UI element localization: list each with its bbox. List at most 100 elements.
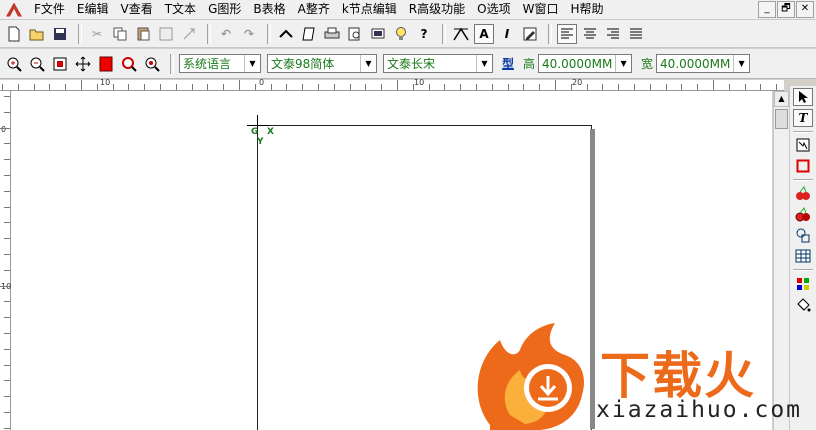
align-right-icon[interactable] — [603, 24, 623, 44]
ruler-tick — [4, 222, 10, 224]
ruler-tick — [4, 159, 10, 161]
ruler-tick — [207, 84, 209, 90]
ruler-tick — [665, 84, 667, 90]
ruler-tick — [365, 84, 367, 90]
fill-red-icon[interactable] — [96, 54, 116, 74]
menu-table[interactable]: B表格 — [247, 0, 291, 19]
chevron-down-icon[interactable]: ▼ — [733, 55, 749, 72]
close-button[interactable]: ✕ — [796, 1, 814, 18]
transform-icon[interactable] — [179, 24, 199, 44]
ruler-tick — [302, 84, 304, 90]
cherry-icon[interactable] — [793, 184, 813, 202]
zoom-selection-icon[interactable] — [119, 54, 139, 74]
height-input[interactable]: 40.0000MM ▼ — [538, 54, 633, 73]
menu-node-edit[interactable]: k节点编辑 — [336, 0, 403, 19]
ruler-tick — [681, 84, 683, 90]
table-icon[interactable] — [793, 247, 813, 265]
zoom-out-icon[interactable] — [27, 54, 47, 74]
ruler-tick — [397, 80, 398, 90]
copy-icon[interactable] — [110, 24, 130, 44]
text-edit-icon[interactable] — [520, 24, 540, 44]
align-left-icon[interactable] — [557, 23, 577, 44]
menu-window[interactable]: W窗口 — [517, 0, 565, 19]
menu-options[interactable]: O选项 — [471, 0, 516, 19]
ruler-tick — [555, 80, 556, 90]
vertical-ruler[interactable]: 0 10 — [0, 91, 11, 430]
ruler-tick — [507, 84, 509, 90]
menu-file[interactable]: F文件 — [28, 0, 71, 19]
print-icon[interactable] — [322, 24, 342, 44]
text-tool[interactable]: T — [793, 109, 813, 127]
page-setup-icon[interactable] — [299, 24, 319, 44]
menu-align[interactable]: A整齐 — [292, 0, 336, 19]
save-icon[interactable] — [50, 24, 70, 44]
zoom-actual-icon[interactable] — [142, 54, 162, 74]
node-edit-icon[interactable] — [793, 136, 813, 154]
ruler-tick — [333, 84, 335, 90]
zoom-page-icon[interactable] — [50, 54, 70, 74]
justify-icon[interactable] — [626, 24, 646, 44]
chevron-down-icon[interactable]: ▼ — [244, 55, 260, 72]
output-icon[interactable] — [368, 24, 388, 44]
font-secondary-select[interactable]: 文泰长宋 ▼ — [383, 54, 493, 73]
ruler-tick — [96, 84, 98, 90]
x-axis-label: X — [267, 127, 274, 137]
ruler-tick — [33, 84, 35, 90]
chevron-down-icon[interactable]: ▼ — [476, 55, 492, 72]
zoom-in-icon[interactable] — [4, 54, 24, 74]
restore-button[interactable]: 🗗 — [777, 1, 795, 18]
menu-text[interactable]: T文本 — [159, 0, 202, 19]
ruler-tick — [175, 84, 177, 90]
paste-special-icon[interactable] — [156, 24, 176, 44]
tip-lightbulb-icon[interactable] — [391, 24, 411, 44]
new-file-icon[interactable] — [4, 24, 24, 44]
app-logo-icon — [6, 2, 22, 17]
paste-icon[interactable] — [133, 24, 153, 44]
minimize-button[interactable]: _ — [758, 1, 776, 18]
origin-label: G — [251, 127, 259, 137]
select-arrow-icon[interactable] — [793, 88, 813, 106]
align-center-icon[interactable] — [580, 24, 600, 44]
import-icon[interactable] — [276, 24, 296, 44]
menu-view[interactable]: V查看 — [115, 0, 159, 19]
text-frame-tool[interactable]: A — [474, 23, 494, 44]
menu-graphics[interactable]: G图形 — [202, 0, 247, 19]
color-palette-icon[interactable] — [793, 275, 813, 293]
text-transform-icon[interactable] — [451, 24, 471, 44]
language-select[interactable]: 系统语言 ▼ — [179, 54, 261, 73]
menu-help[interactable]: H帮助 — [564, 0, 609, 19]
horizontal-ruler[interactable]: 10 0 10 20 — [0, 78, 784, 91]
pan-icon[interactable] — [73, 54, 93, 74]
panel-separator — [793, 269, 813, 271]
undo-icon[interactable]: ↶ — [216, 24, 236, 44]
cherry-outline-icon[interactable] — [793, 205, 813, 223]
font-secondary-value: 文泰长宋 — [387, 57, 436, 71]
cut-icon[interactable]: ✂ — [87, 24, 107, 44]
ruler-tick — [270, 84, 272, 90]
scroll-thumb[interactable] — [775, 109, 788, 129]
width-input[interactable]: 40.0000MM ▼ — [656, 54, 751, 73]
chevron-down-icon[interactable]: ▼ — [360, 55, 376, 72]
ruler-label: 0 — [259, 78, 265, 87]
fill-bucket-icon[interactable] — [793, 296, 813, 314]
ruler-tick — [476, 84, 477, 90]
help-icon[interactable]: ? — [414, 24, 434, 44]
menu-edit[interactable]: E编辑 — [71, 0, 115, 19]
open-folder-icon[interactable] — [27, 24, 47, 44]
style-button[interactable]: 型 — [502, 55, 514, 72]
redo-icon[interactable]: ↷ — [239, 24, 259, 44]
ruler-tick — [81, 80, 82, 90]
menu-advanced[interactable]: R高级功能 — [403, 0, 471, 19]
shapes-icon[interactable] — [793, 226, 813, 244]
ruler-tick — [349, 84, 351, 90]
rectangle-tool-icon[interactable] — [793, 157, 813, 175]
ruler-tick — [4, 427, 10, 429]
italic-tool[interactable]: I — [497, 24, 517, 44]
font-select[interactable]: 文泰98简体 ▼ — [267, 54, 377, 73]
chevron-down-icon[interactable]: ▼ — [615, 55, 631, 72]
font-value: 文泰98简体 — [271, 57, 335, 71]
toolbar-separator — [170, 53, 174, 74]
height-value: 40.0000MM — [542, 56, 613, 71]
print-preview-icon[interactable] — [345, 24, 365, 44]
scroll-up-button[interactable]: ▲ — [774, 91, 789, 107]
